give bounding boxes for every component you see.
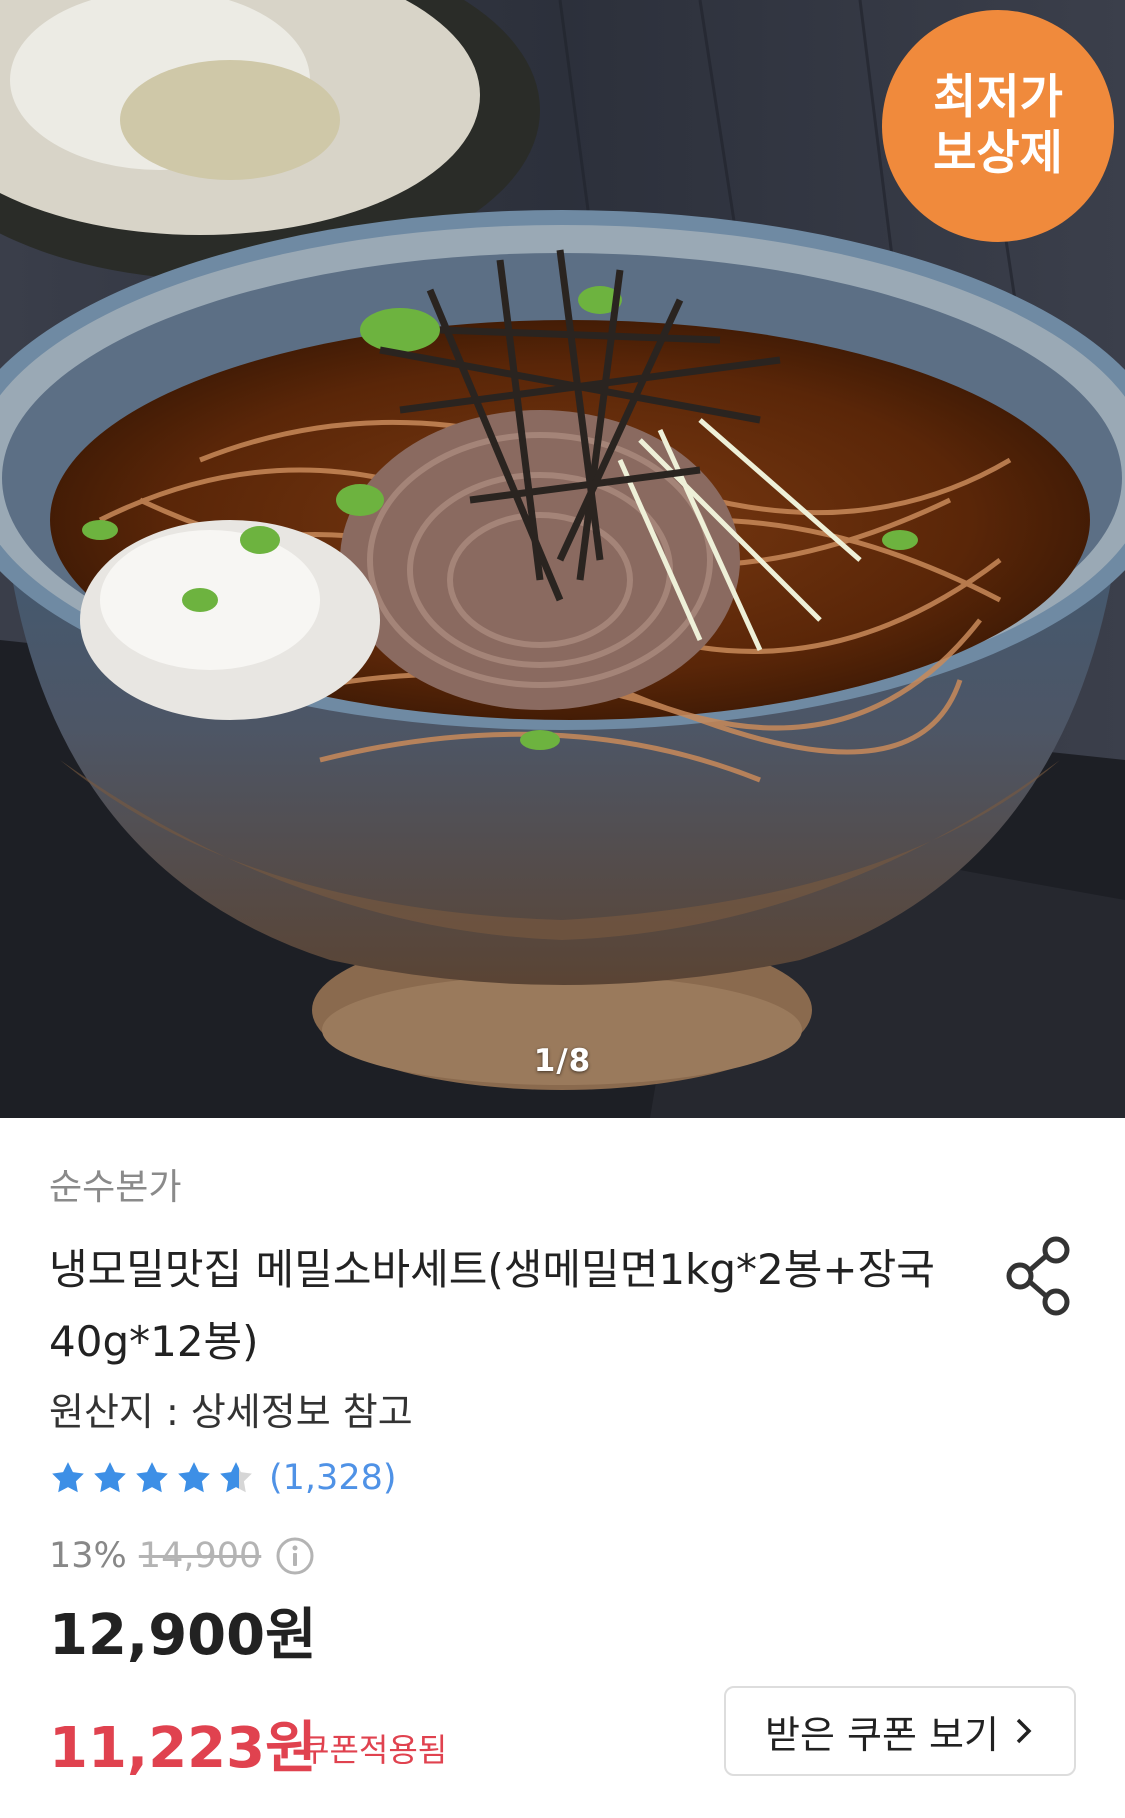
star-rating xyxy=(49,1459,255,1497)
info-icon[interactable] xyxy=(275,1536,315,1576)
star-icon xyxy=(52,1462,84,1493)
coupon-applied-price: 11,223원 xyxy=(49,1716,317,1781)
product-title: 냉모밀맛집 메밀소바세트(생메밀면1kg*2봉+장국40g*12봉) xyxy=(49,1245,935,1366)
product-image-carousel[interactable]: 최저가 보상제 1/8 xyxy=(0,0,1125,1118)
chevron-right-icon xyxy=(1016,1718,1032,1744)
share-icon xyxy=(1006,1236,1070,1316)
star-icon xyxy=(178,1462,210,1493)
star-icon xyxy=(94,1462,126,1493)
star-icon xyxy=(136,1462,168,1493)
origin-info: 원산지 : 상세정보 참고 xyxy=(49,1390,413,1434)
badge-line-1: 최저가 xyxy=(933,70,1063,125)
half-star-icon xyxy=(220,1462,252,1493)
badge-line-2: 보상제 xyxy=(933,126,1063,181)
rating-row[interactable]: (1,328) xyxy=(49,1448,397,1508)
share-button[interactable] xyxy=(1004,1234,1076,1318)
discount-rate: 13% xyxy=(49,1536,127,1576)
coupon-applied-label: 쿠폰적용됨 xyxy=(300,1731,448,1769)
original-price: 14,900 xyxy=(138,1536,262,1576)
review-count[interactable]: (1,328) xyxy=(269,1458,397,1498)
discount-row: 13% 14,900 xyxy=(49,1528,315,1584)
brand-name[interactable]: 순수본가 xyxy=(49,1158,181,1210)
sale-price: 12,900원 xyxy=(49,1603,317,1668)
product-info-section: 순수본가 냉모밀맛집 메밀소바세트(생메밀면1kg*2봉+장국40g*12봉) … xyxy=(0,1118,1125,1818)
view-received-coupons-button[interactable]: 받은 쿠폰 보기 xyxy=(724,1686,1076,1776)
image-counter: 1/8 xyxy=(533,1043,592,1079)
lowest-price-guarantee-badge: 최저가 보상제 xyxy=(882,10,1114,242)
coupon-button-label: 받은 쿠폰 보기 xyxy=(765,1712,999,1757)
